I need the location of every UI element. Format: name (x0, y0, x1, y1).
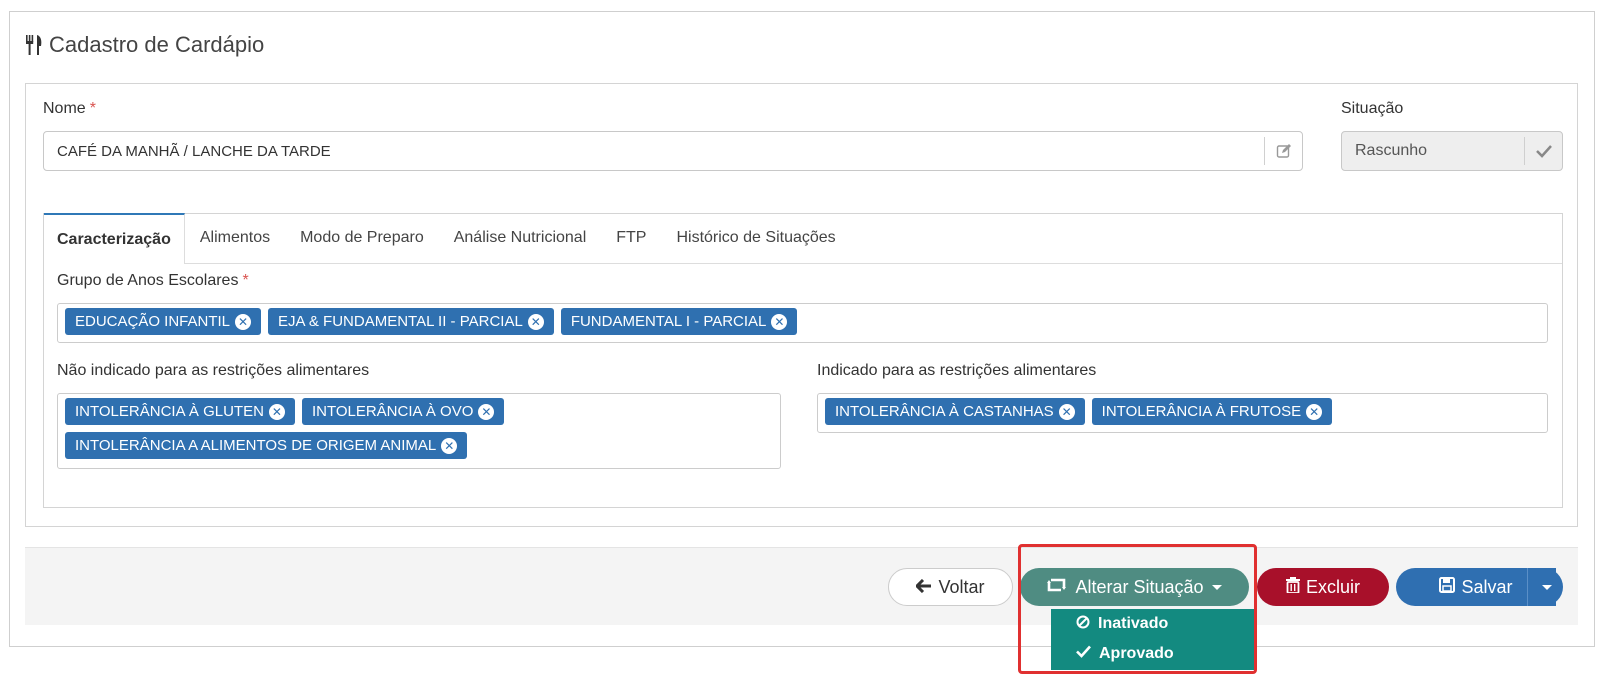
caret-down-icon (1211, 584, 1222, 590)
nao-indicado-label: Não indicado para as restrições alimenta… (57, 362, 370, 379)
nao-indicado-select[interactable]: INTOLERÂNCIA À GLUTEN ✕ INTOLERÂNCIA À OV… (57, 393, 781, 469)
nome-label: Nome * (43, 100, 96, 117)
tag-item: EJA & FUNDAMENTAL II - PARCIAL ✕ (268, 308, 554, 335)
nome-value[interactable]: CAFÉ DA MANHÃ / LANCHE DA TARDE (44, 143, 1264, 160)
utensils-icon (26, 35, 42, 55)
excluir-label: Excluir (1305, 576, 1360, 597)
remove-tag-icon[interactable]: ✕ (1058, 403, 1075, 420)
alterar-situacao-menu: Inativado Aprovado (1051, 609, 1254, 670)
nome-field[interactable]: CAFÉ DA MANHÃ / LANCHE DA TARDE (43, 131, 1303, 171)
tag-item: INTOLERÂNCIA À CASTANHAS ✕ (825, 398, 1085, 425)
check-icon (1524, 137, 1562, 165)
tab-alimentos[interactable]: Alimentos (185, 213, 285, 263)
indicado-select[interactable]: INTOLERÂNCIA À CASTANHAS ✕ INTOLERÂNCIA À… (817, 393, 1548, 433)
situacao-field: Rascunho (1341, 131, 1563, 171)
retweet-icon (1047, 577, 1069, 598)
indicado-label: Indicado para as restrições alimentares (817, 362, 1097, 379)
required-mark: * (89, 100, 96, 117)
remove-tag-icon[interactable]: ✕ (527, 313, 544, 330)
voltar-label: Voltar (938, 576, 985, 597)
menu-item-aprovado[interactable]: Aprovado (1051, 639, 1254, 669)
remove-tag-icon[interactable]: ✕ (268, 403, 285, 420)
menu-item-inativado[interactable]: Inativado (1051, 609, 1254, 639)
remove-tag-icon[interactable]: ✕ (478, 403, 495, 420)
situacao-value: Rascunho (1355, 142, 1428, 159)
page-title: Cadastro de Cardápio (25, 30, 264, 60)
check-icon (1076, 645, 1091, 663)
tag-item: INTOLERÂNCIA À FRUTOSE ✕ (1091, 398, 1333, 425)
page-title-text: Cadastro de Cardápio (49, 32, 265, 57)
trash-icon (1285, 576, 1300, 598)
floppy-icon (1439, 576, 1456, 598)
voltar-button[interactable]: Voltar (888, 568, 1013, 606)
remove-tag-icon[interactable]: ✕ (771, 313, 788, 330)
tag-item: INTOLERÂNCIA À OVO ✕ (301, 398, 505, 425)
tab-ftp[interactable]: FTP (601, 213, 661, 263)
menu-item-label: Aprovado (1099, 645, 1174, 662)
remove-tag-icon[interactable]: ✕ (441, 437, 458, 454)
tag-item: EDUCAÇÃO INFANTIL ✕ (65, 308, 262, 335)
tag-item: INTOLERÂNCIA A ALIMENTOS DE ORIGEM ANIMA… (65, 432, 468, 459)
tag-item: FUNDAMENTAL I - PARCIAL ✕ (560, 308, 798, 335)
tag-item: INTOLERÂNCIA À GLUTEN ✕ (65, 398, 295, 425)
alterar-situacao-button[interactable]: Alterar Situação (1020, 568, 1249, 606)
grupo-anos-select[interactable]: EDUCAÇÃO INFANTIL ✕ EJA & FUNDAMENTAL II … (57, 303, 1548, 343)
ban-icon (1076, 615, 1090, 634)
edit-icon (1264, 137, 1302, 165)
required-mark: * (242, 272, 249, 289)
excluir-button[interactable]: Excluir (1257, 568, 1389, 606)
grupo-anos-label: Grupo de Anos Escolares * (57, 272, 249, 289)
remove-tag-icon[interactable]: ✕ (1306, 403, 1323, 420)
remove-tag-icon[interactable]: ✕ (235, 313, 252, 330)
tab-caracterizacao[interactable]: Caracterização (44, 213, 185, 264)
arrow-left-icon (915, 577, 932, 598)
alterar-situacao-label: Alterar Situação (1075, 576, 1204, 597)
situacao-label: Situação (1341, 100, 1404, 117)
tab-analise-nutricional[interactable]: Análise Nutricional (439, 213, 602, 263)
tab-bar: Caracterização Alimentos Modo de Preparo… (44, 213, 1562, 264)
caret-down-icon (1541, 584, 1552, 590)
tab-historico-de-situacoes[interactable]: Histórico de Situações (661, 213, 850, 263)
salvar-label: Salvar (1461, 576, 1513, 597)
tab-modo-de-preparo[interactable]: Modo de Preparo (285, 213, 439, 263)
menu-item-label: Inativado (1098, 615, 1169, 632)
